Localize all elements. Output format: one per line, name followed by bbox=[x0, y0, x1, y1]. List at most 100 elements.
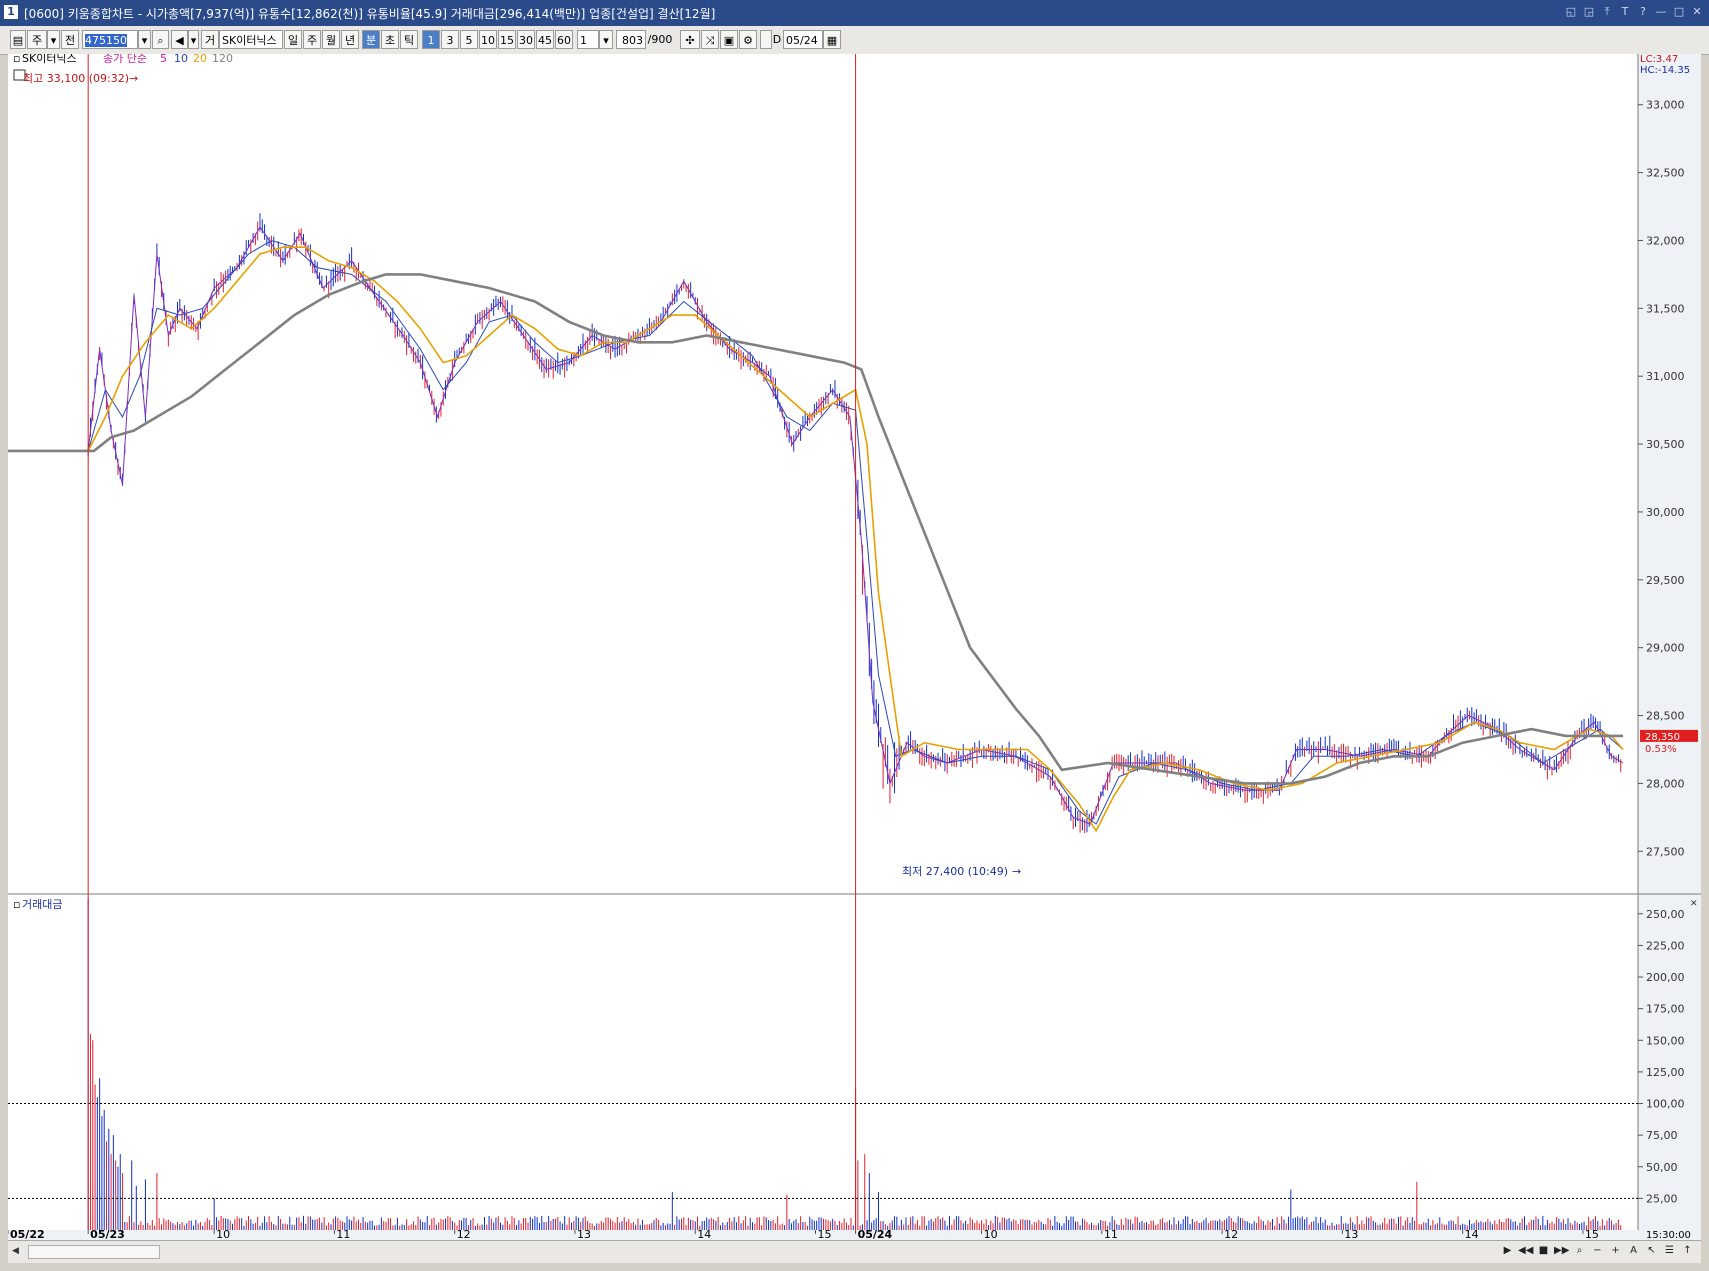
price-tick-label: 31,000 bbox=[1646, 370, 1685, 383]
price-tick-label: 27,500 bbox=[1646, 845, 1685, 858]
chart-svg[interactable]: 33,000 32,500 32,000 31,500 31,000 30,500 30,0… bbox=[8, 54, 1701, 1240]
time-tick-label: 11 bbox=[336, 1228, 350, 1240]
pin-icon[interactable]: ⤒ bbox=[1599, 3, 1615, 21]
chart-toolbar: ▤ 주 ▾ 전 475150 ▾ ⌕ ◀ ▾ 거 SK이터닉스 일 주 월 년 … bbox=[0, 26, 1709, 55]
count-select[interactable]: 1 bbox=[577, 30, 599, 49]
rewind-icon[interactable]: ◀◀ bbox=[1518, 1243, 1533, 1259]
interval-15[interactable]: 15 bbox=[498, 30, 516, 49]
x-axis-bg bbox=[8, 1230, 1701, 1240]
tab-week[interactable]: 주 bbox=[303, 30, 321, 49]
volume-tick-label: 175,00 bbox=[1646, 1003, 1685, 1016]
price-tick-label: 29,000 bbox=[1646, 642, 1685, 655]
volume-tick-label: 150,00 bbox=[1646, 1034, 1685, 1047]
window-title: [0600] 키움종합차트 - 시가총액[7,937(억)] 유통수[12,86… bbox=[24, 7, 716, 21]
high-annotation: 최고 33,100 (09:32) bbox=[23, 72, 129, 85]
chart-controls: ▶ ◀◀ ■ ▶▶ ⌕ − + A ↖ ☰ ↑ bbox=[1500, 1243, 1695, 1259]
time-tick-label: 15 bbox=[1585, 1228, 1599, 1240]
forward-icon[interactable]: ▶▶ bbox=[1554, 1243, 1569, 1259]
scroll-left-icon[interactable]: ◀ bbox=[12, 1246, 19, 1256]
tab-day[interactable]: 일 bbox=[284, 30, 302, 49]
magnifier-icon[interactable]: ⌕ bbox=[152, 30, 169, 49]
low-arrow-icon: → bbox=[1012, 865, 1021, 878]
price-change: 0.53% bbox=[1645, 744, 1677, 755]
period-main-select[interactable]: 주 bbox=[27, 30, 47, 49]
maximize-icon[interactable]: □ bbox=[1671, 3, 1687, 21]
volume-tick-label: 125,00 bbox=[1646, 1066, 1685, 1079]
app-icon[interactable]: 1 bbox=[4, 5, 18, 19]
legend-mode: 종가 단순 bbox=[103, 54, 147, 65]
interval-1[interactable]: 1 bbox=[422, 30, 440, 49]
legend-ma10: 10 bbox=[174, 54, 188, 65]
gear-icon[interactable]: ⚙ bbox=[739, 30, 757, 49]
date-input[interactable]: 05/24 bbox=[783, 30, 823, 49]
chevron-down-icon[interactable]: ▾ bbox=[47, 30, 60, 49]
date-checkbox[interactable] bbox=[760, 30, 772, 49]
chart-area[interactable]: 33,000 32,500 32,000 31,500 31,000 30,500 30,0… bbox=[8, 54, 1701, 1240]
tab-second[interactable]: 초 bbox=[381, 30, 399, 49]
range-total: /900 bbox=[647, 33, 673, 46]
tab-year[interactable]: 년 bbox=[341, 30, 359, 49]
interval-3[interactable]: 3 bbox=[441, 30, 459, 49]
font-icon[interactable]: T bbox=[1617, 3, 1633, 21]
time-tick-label: 05/23 bbox=[90, 1228, 125, 1240]
legend-name: SK이터닉스 bbox=[22, 54, 77, 65]
tab-month[interactable]: 월 bbox=[322, 30, 340, 49]
play-icon[interactable]: ▶ bbox=[1500, 1243, 1515, 1259]
volume-title: 거래대금 bbox=[22, 898, 62, 911]
text-tool-icon[interactable]: A bbox=[1626, 1243, 1641, 1259]
chart-tools-icon[interactable]: ⤨ bbox=[701, 30, 719, 49]
minus-icon[interactable]: − bbox=[1590, 1243, 1605, 1259]
market-button[interactable]: 거 bbox=[201, 30, 219, 49]
interval-10[interactable]: 10 bbox=[479, 30, 497, 49]
panel-close-icon[interactable]: ✕ bbox=[1690, 899, 1698, 909]
time-tick-label: 10 bbox=[984, 1228, 998, 1240]
time-tick-label: 11 bbox=[1104, 1228, 1118, 1240]
interval-45[interactable]: 45 bbox=[536, 30, 554, 49]
price-tick-label: 28,000 bbox=[1646, 777, 1685, 790]
range-input[interactable]: 803 bbox=[616, 30, 646, 49]
current-price: 28,350 bbox=[1645, 732, 1680, 743]
zoom-icon[interactable]: ⌕ bbox=[1572, 1243, 1587, 1259]
interval-60[interactable]: 60 bbox=[555, 30, 573, 49]
volume-tick-label: 100,00 bbox=[1646, 1098, 1685, 1111]
minimize-icon[interactable]: — bbox=[1653, 3, 1669, 21]
plus-icon[interactable]: + bbox=[1608, 1243, 1623, 1259]
list-icon[interactable]: ☰ bbox=[1662, 1243, 1677, 1259]
volume-tick-label: 25,00 bbox=[1646, 1192, 1678, 1205]
all-button[interactable]: 전 bbox=[61, 30, 79, 49]
help-icon[interactable]: ? bbox=[1635, 3, 1651, 21]
stop-icon[interactable]: ■ bbox=[1536, 1243, 1551, 1259]
arrow-up-icon[interactable]: ↑ bbox=[1680, 1243, 1695, 1259]
crosshair-icon[interactable]: ✣ bbox=[680, 30, 700, 49]
time-tick-label: 10 bbox=[216, 1228, 230, 1240]
close-icon[interactable]: ✕ bbox=[1689, 3, 1705, 21]
stock-name-field[interactable]: SK이터닉스 bbox=[219, 30, 283, 49]
speaker-icon[interactable]: ◀ bbox=[171, 30, 188, 49]
count-dropdown-icon[interactable]: ▾ bbox=[599, 30, 613, 49]
layout-icon[interactable]: ◱ bbox=[1563, 3, 1579, 21]
volume-tick-label: 75,00 bbox=[1646, 1129, 1678, 1142]
tab-minute[interactable]: 분 bbox=[362, 30, 380, 49]
price-tick-label: 30,500 bbox=[1646, 438, 1685, 451]
calendar-icon[interactable]: ▦ bbox=[823, 30, 841, 49]
layout2-icon[interactable]: ◲ bbox=[1581, 3, 1597, 21]
volume-box-icon: ▫ bbox=[13, 898, 20, 911]
window-controls: ◱ ◲ ⤒ T ? — □ ✕ bbox=[1563, 3, 1705, 21]
code-input[interactable]: 475150 bbox=[82, 30, 138, 49]
chart-scrollbar[interactable]: ◀ ▶ ◀◀ ■ ▶▶ ⌕ − + A ↖ ☰ ↑ bbox=[8, 1240, 1701, 1263]
time-tick-label: 14 bbox=[697, 1228, 711, 1240]
chart-menu-icon[interactable]: ▤ bbox=[10, 30, 26, 49]
time-tick-label: 05/22 bbox=[10, 1228, 45, 1240]
tab-tick[interactable]: 틱 bbox=[400, 30, 418, 49]
cursor-icon[interactable]: ↖ bbox=[1644, 1243, 1659, 1259]
code-dropdown-icon[interactable]: ▾ bbox=[138, 30, 151, 49]
interval-30[interactable]: 30 bbox=[517, 30, 535, 49]
interval-5[interactable]: 5 bbox=[460, 30, 478, 49]
price-tick-label: 33,000 bbox=[1646, 99, 1685, 112]
volume-tick-label: 250,00 bbox=[1646, 908, 1685, 921]
speaker-dropdown-icon[interactable]: ▾ bbox=[188, 30, 199, 49]
save-icon[interactable]: ▣ bbox=[720, 30, 738, 49]
time-tick-label: 14 bbox=[1465, 1228, 1479, 1240]
legend-ma20: 20 bbox=[193, 54, 207, 65]
scroll-thumb[interactable] bbox=[28, 1245, 160, 1259]
